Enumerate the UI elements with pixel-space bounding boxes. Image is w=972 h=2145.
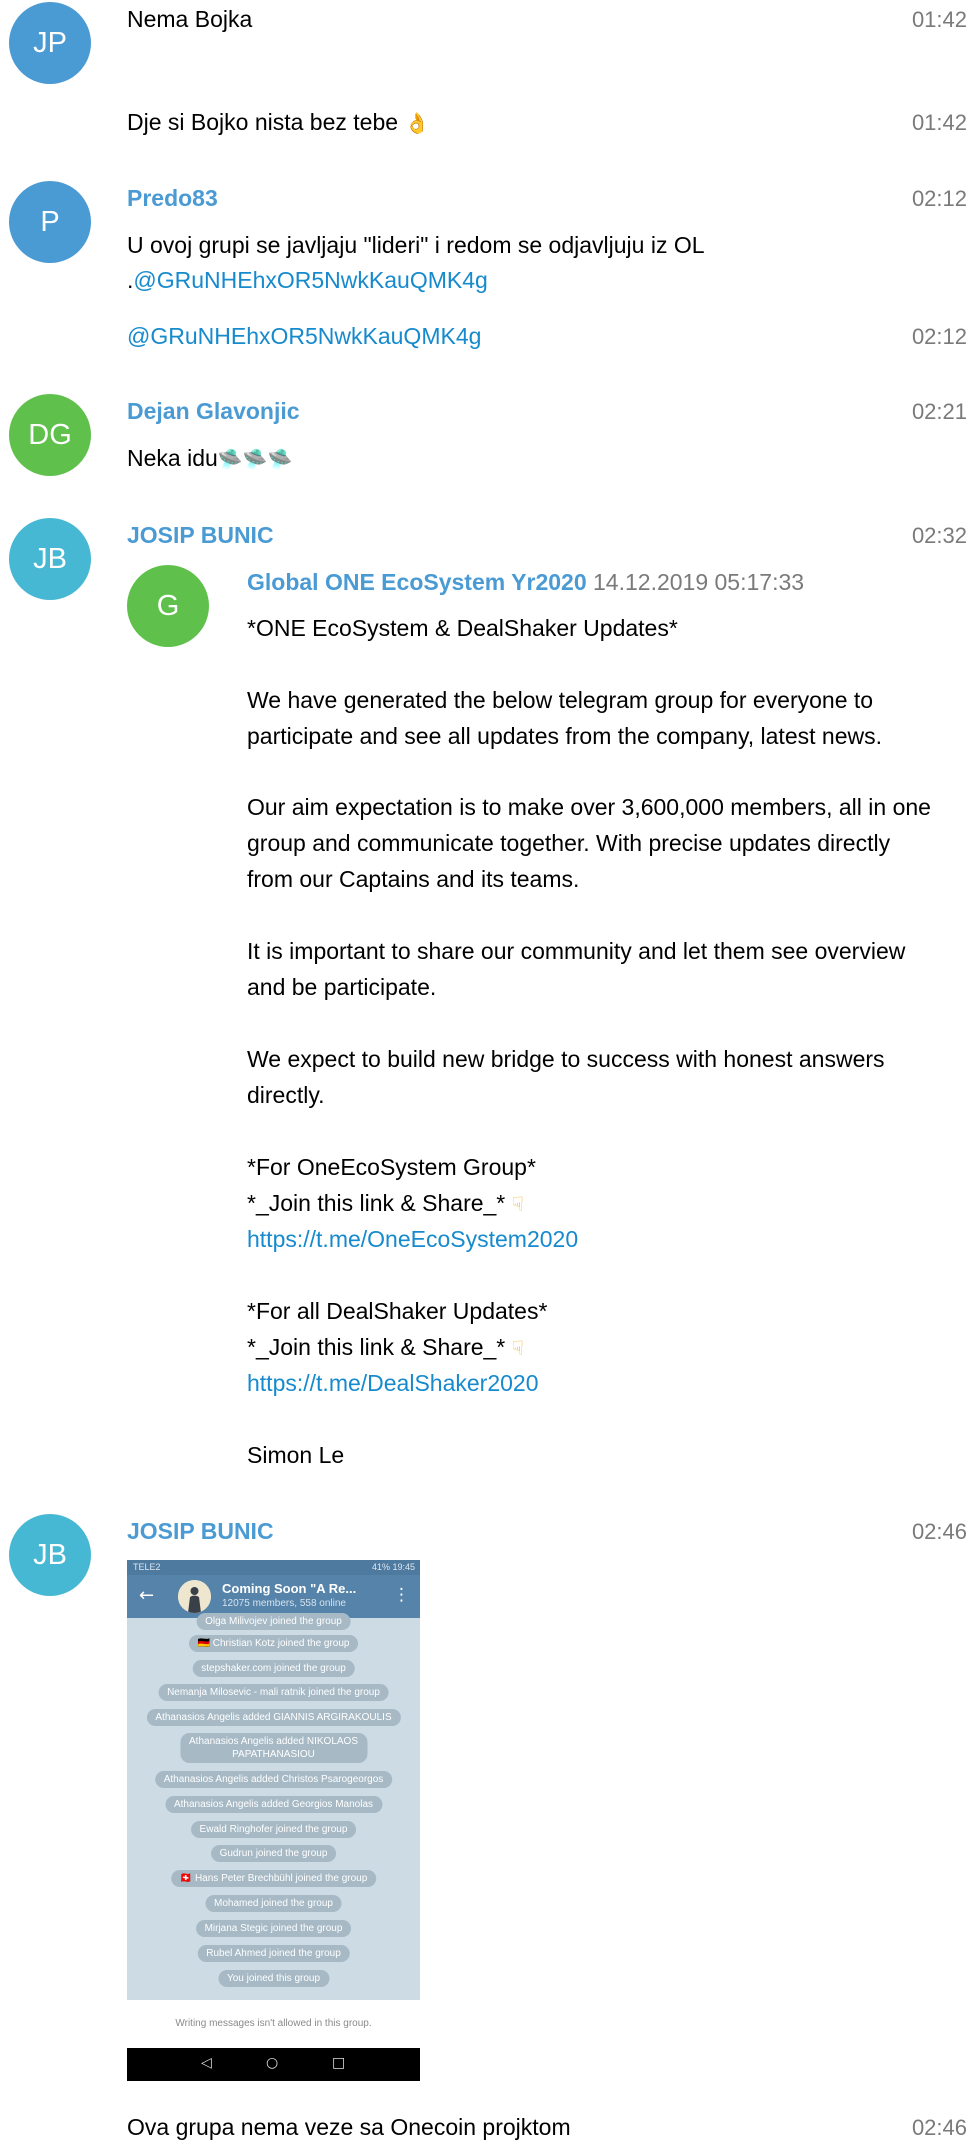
phone-status-bar: TELE2 41% 19:45 [127,1560,420,1575]
flying-saucer-emoji: 🛸🛸🛸 [217,447,293,471]
message-time: 01:42 [911,110,967,135]
message-time: 02:12 [911,186,967,211]
message-text: U ovoj grupi se javljaju "lideri" i redo… [127,232,705,258]
nav-home-icon: ○ [266,2055,279,2071]
ok-hand-emoji: 👌 [404,111,430,135]
avatar-initials: P [40,205,60,238]
message-text: Neka idu🛸🛸🛸 [127,441,293,477]
mention-link[interactable]: @GRuNHEhxOR5NwkKauQMK4g [127,319,481,354]
service-messages: Olga Milivojev joined the group 🇩🇪 Chris… [127,1613,420,2000]
message-text: *_Join this link & Share_* ☟ [247,1330,524,1366]
forwarded-date: 14.12.2019 05:17:33 [593,569,805,595]
message-text: participate and see all updates from the… [247,723,882,749]
message-text: We have generated the below telegram gro… [247,687,874,713]
message-time: 02:12 [911,324,967,349]
message-text-body: *_Join this link & Share_* [247,1190,506,1216]
forwarded-from-name[interactable]: Global ONE EcoSystem Yr2020 [247,569,587,595]
message-time: 01:42 [911,7,967,32]
message-text: *_Join this link & Share_* ☟ [247,1186,524,1222]
person-silhouette-icon [178,1580,211,1613]
mention-link[interactable]: @GRuNHEhxOR5NwkKauQMK4g [133,267,487,293]
avatar-initials: JB [33,1538,67,1571]
message-time: 02:32 [911,523,967,548]
avatar[interactable]: JP [9,2,91,84]
avatar-initials: DG [28,418,72,451]
android-nav-bar: ◁ ○ □ [127,2048,420,2081]
message-text: *For OneEcoSystem Group* [247,1154,536,1180]
message-text: It is important to share our community a… [247,938,906,964]
message-text: .@GRuNHEhxOR5NwkKauQMK4g [127,263,488,298]
service-message: stepshaker.com joined the group [192,1660,355,1677]
sender-name[interactable]: Dejan Glavonjic [127,394,300,429]
more-vertical-icon: ⋮ [393,1585,410,1605]
message-text-body: *_Join this link & Share_* [247,1334,506,1360]
forwarded-avatar[interactable]: G [127,565,209,647]
pointing-down-icon: ☟ [511,1192,524,1216]
service-message-line: PAPATHANASIOU [232,1749,315,1760]
service-message: Mohamed joined the group [205,1895,342,1912]
service-message: Ewald Ringhofer joined the group [190,1821,357,1838]
service-message-line: Athanasios Angelis added NIKOLAOS [189,1736,358,1747]
service-message: Gudrun joined the group [210,1845,337,1862]
message-text: Simon Le [247,1442,345,1468]
avatar[interactable]: JB [9,518,91,600]
message-text: Dje si Bojko nista bez tebe 👌 [127,105,429,141]
service-message: Mirjana Stegic joined the group [195,1920,352,1937]
service-message: 🇨🇭 Hans Peter Brechbühl joined the group [170,1870,377,1887]
message-text: group and communicate together. With pre… [247,830,891,856]
message-text: *ONE EcoSystem & DealShaker Updates* [247,615,678,641]
avatar[interactable]: DG [9,394,91,476]
sender-name[interactable]: JOSIP BUNIC [127,1514,274,1549]
message-text: and be participate. [247,974,437,1000]
message-time: 02:46 [911,1519,967,1544]
pointing-down-icon: ☟ [511,1336,524,1360]
message-text-body: Dje si Bojko nista bez tebe [127,109,399,135]
avatar-initials: JP [33,26,67,59]
back-arrow-icon: ← [139,1585,155,1606]
nav-back-icon: ◁ [201,2055,212,2071]
group-subtitle: 12075 members, 558 online [222,1598,346,1609]
avatar-initials: G [156,589,180,622]
service-message: Athanasios Angelis added GIANNIS ARGIRAK… [146,1709,401,1726]
forwarded-from[interactable]: Global ONE EcoSystem Yr2020 14.12.2019 0… [247,565,804,600]
service-message: Nemanja Milosevic - mali ratnik joined t… [158,1684,389,1701]
nav-recents-icon: □ [332,2055,346,2071]
service-message: Olga Milivojev joined the group [196,1613,351,1630]
external-link[interactable]: https://t.me/DealShaker2020 [247,1366,539,1401]
readonly-notice: Writing messages isn't allowed in this g… [127,2000,420,2048]
service-message: 🇩🇪 Christian Kotz joined the group [188,1635,359,1652]
chat-history: JP Nema Bojka 01:42 Dje si Bojko nista b… [0,0,972,2140]
avatar-initials: JB [33,542,67,575]
service-message: You joined this group [217,1970,330,1987]
photo-attachment[interactable]: TELE2 41% 19:45 ← Coming Soon "A Re... 1… [127,1560,420,2081]
service-message: Athanasios Angelis added Christos Psarog… [154,1771,393,1788]
message-text: Nema Bojka [127,6,253,32]
carrier-label: TELE2 [133,1562,161,1572]
external-link[interactable]: https://t.me/OneEcoSystem2020 [247,1222,578,1257]
service-message: Rubel Ahmed joined the group [197,1945,350,1962]
message-text: Our aim expectation is to make over 3,60… [247,794,931,820]
message-text: directly. [247,1082,325,1108]
group-avatar [178,1580,211,1613]
message-text: We expect to build new bridge to success… [247,1046,885,1072]
avatar[interactable]: P [9,181,91,263]
service-message: Athanasios Angelis added NIKOLAOS PAPATHA… [180,1733,367,1763]
sender-name[interactable]: Predo83 [127,181,218,216]
battery-time-label: 41% 19:45 [371,1562,415,1572]
service-message: Athanasios Angelis added Georgios Manola… [164,1796,383,1813]
message-text: *For all DealShaker Updates* [247,1298,548,1324]
sender-name[interactable]: JOSIP BUNIC [127,518,274,553]
avatar[interactable]: JB [9,1514,91,1596]
message-text-body: Neka idu [127,445,218,471]
message-text: from our Captains and its teams. [247,866,580,892]
message-time: 02:21 [911,399,967,424]
phone-chat-header: ← Coming Soon "A Re... 12075 members, 55… [127,1575,420,1618]
group-title: Coming Soon "A Re... [222,1581,357,1596]
